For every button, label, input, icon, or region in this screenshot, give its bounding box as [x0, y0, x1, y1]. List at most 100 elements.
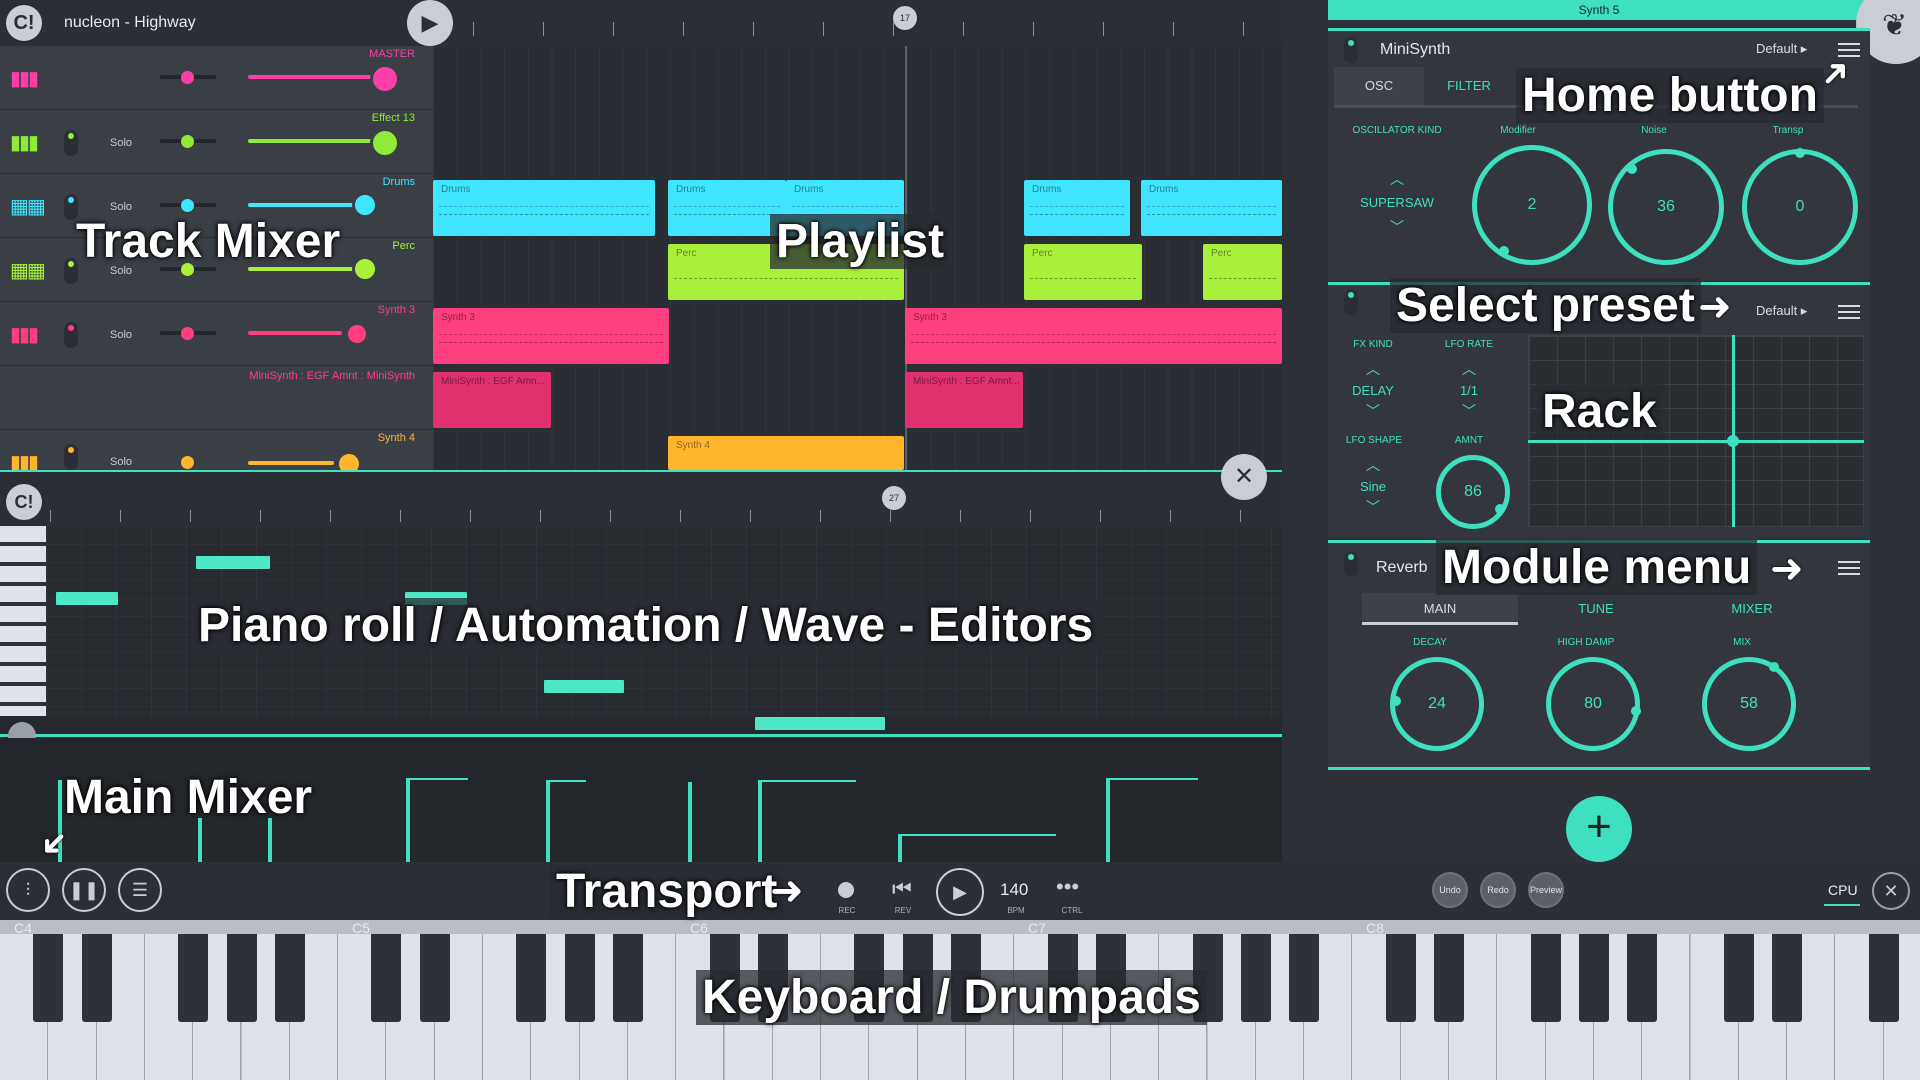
black-key[interactable] — [612, 934, 643, 1022]
clip-automation[interactable]: MiniSynth : EGF Amn... — [433, 372, 551, 428]
clip-drums[interactable]: Drums — [433, 180, 655, 236]
module-power-toggle[interactable] — [1344, 289, 1358, 315]
volume-knob[interactable] — [370, 64, 400, 94]
track-row-effect[interactable]: ▮▮▮ Solo Effect 13 — [0, 110, 433, 174]
play-pattern-button[interactable]: ▶ — [407, 0, 453, 46]
solo-button[interactable]: Solo — [110, 201, 132, 213]
fx-kind-down[interactable]: ﹀ — [1358, 401, 1388, 421]
modifier-knob[interactable]: 2 — [1472, 145, 1592, 265]
velocity-bar[interactable] — [688, 782, 692, 862]
tab-mixer[interactable]: MIXER — [1674, 593, 1830, 625]
clip-drums[interactable]: Drums — [1024, 180, 1130, 236]
volume-slider[interactable] — [248, 331, 342, 335]
velocity-bar[interactable] — [758, 780, 762, 862]
play-button[interactable]: ▶ — [936, 868, 984, 916]
xy-cursor[interactable] — [1727, 435, 1739, 447]
record-button[interactable] — [838, 882, 854, 898]
mix-knob[interactable]: 58 — [1702, 657, 1796, 751]
pan-knob[interactable] — [181, 71, 194, 84]
high-damp-knob[interactable]: 80 — [1546, 657, 1641, 751]
black-key[interactable] — [1530, 934, 1561, 1022]
fx-kind-up[interactable]: ︿ — [1358, 359, 1388, 379]
lfo-shape-value[interactable]: Sine — [1338, 479, 1408, 494]
black-key[interactable] — [1723, 934, 1754, 1022]
black-key[interactable] — [516, 934, 547, 1022]
black-key[interactable] — [1772, 934, 1803, 1022]
tempo-value[interactable]: 140 — [1000, 880, 1028, 900]
clip-drums[interactable]: Drums — [1141, 180, 1282, 236]
black-key[interactable] — [1434, 934, 1464, 1022]
playlist-ruler[interactable]: ▶ 17 — [407, 0, 1282, 46]
main-mixer-button[interactable]: ⫶ — [6, 868, 50, 912]
amount-knob[interactable]: 86 — [1436, 455, 1510, 529]
volume-knob[interactable] — [352, 192, 378, 218]
pan-knob[interactable] — [181, 135, 194, 148]
track-row-automation[interactable]: MiniSynth : EGF Amnt : MiniSynth — [0, 366, 433, 430]
velocity-bar[interactable] — [406, 778, 410, 862]
mute-toggle[interactable] — [64, 130, 78, 156]
black-key[interactable] — [33, 934, 64, 1022]
song-position-marker[interactable]: 17 — [893, 6, 917, 30]
transpose-knob[interactable]: 0 — [1742, 148, 1858, 265]
lfo-shape-down[interactable]: ﹀ — [1358, 497, 1388, 517]
black-key[interactable] — [564, 934, 595, 1022]
track-row-synth3[interactable]: ▮▮▮ Solo Synth 3 — [0, 302, 433, 366]
module-menu-button[interactable] — [1838, 305, 1860, 319]
solo-button[interactable]: Solo — [110, 456, 132, 468]
close-editor-button[interactable]: ✕ — [1221, 454, 1267, 500]
menu-logo-button[interactable]: C! — [6, 5, 42, 41]
black-key[interactable] — [419, 934, 450, 1022]
decay-knob[interactable]: 24 — [1390, 657, 1484, 751]
editor-position-marker[interactable]: 27 — [882, 486, 906, 510]
clip-synth3[interactable]: Synth 3 — [905, 308, 1282, 364]
velocity-bar[interactable] — [546, 780, 550, 862]
rewind-button[interactable]: ⏮ — [892, 876, 912, 902]
editor-ruler[interactable]: C! 27 ✕ — [0, 454, 1282, 526]
osc-kind-up[interactable]: ︿ — [1382, 169, 1412, 189]
mute-toggle[interactable] — [64, 444, 78, 470]
module-menu-button[interactable] — [1838, 43, 1860, 57]
playlist-button[interactable]: ☰ — [118, 868, 162, 912]
tab-osc[interactable]: OSC — [1334, 67, 1424, 105]
volume-knob[interactable] — [345, 322, 369, 346]
black-key[interactable] — [1240, 934, 1271, 1022]
black-key[interactable] — [1385, 934, 1416, 1022]
tab-main[interactable]: MAIN — [1362, 593, 1518, 625]
volume-knob[interactable] — [352, 256, 378, 282]
module-power-toggle[interactable] — [1344, 551, 1358, 577]
solo-button[interactable]: Solo — [110, 329, 132, 341]
noise-knob[interactable]: 36 — [1608, 149, 1724, 265]
clip-synth3[interactable]: Synth 3 — [433, 308, 669, 364]
module-power-toggle[interactable] — [1344, 37, 1358, 63]
redo-button[interactable]: Redo — [1480, 872, 1516, 908]
note[interactable] — [196, 556, 270, 569]
volume-slider[interactable] — [248, 461, 334, 465]
velocity-bar[interactable] — [1106, 780, 1110, 862]
black-key[interactable] — [274, 934, 305, 1022]
osc-kind-down[interactable]: ﹀ — [1382, 217, 1412, 237]
undo-button[interactable]: Undo — [1432, 872, 1468, 908]
tab-tune[interactable]: TUNE — [1518, 593, 1674, 625]
piano-roll-keys[interactable] — [0, 526, 46, 716]
more-options-button[interactable]: ••• — [1056, 874, 1079, 900]
close-keyboard-button[interactable]: ✕ — [1872, 872, 1910, 910]
lfo-rate-up[interactable]: ︿ — [1454, 359, 1484, 379]
black-key[interactable] — [1868, 934, 1899, 1022]
add-module-button[interactable]: + — [1566, 796, 1632, 862]
mute-toggle[interactable] — [64, 322, 78, 348]
pan-knob[interactable] — [181, 327, 194, 340]
clip-automation[interactable]: MiniSynth : EGF Amnt... — [905, 372, 1023, 428]
black-key[interactable] — [226, 934, 257, 1022]
pan-knob[interactable] — [181, 199, 194, 212]
note[interactable] — [755, 717, 885, 730]
preview-button[interactable]: Preview — [1528, 872, 1564, 908]
module-menu-button[interactable] — [1838, 561, 1860, 575]
lfo-shape-up[interactable]: ︿ — [1358, 455, 1388, 475]
clip-perc[interactable]: Perc — [1024, 244, 1142, 300]
velocity-bar[interactable] — [898, 836, 902, 862]
osc-kind-value[interactable]: SUPERSAW — [1342, 195, 1452, 210]
tab-filter[interactable]: FILTER — [1424, 67, 1514, 105]
preset-selector[interactable]: Default ▸ — [1756, 41, 1807, 57]
black-key[interactable] — [1289, 934, 1320, 1022]
note[interactable] — [544, 680, 624, 693]
